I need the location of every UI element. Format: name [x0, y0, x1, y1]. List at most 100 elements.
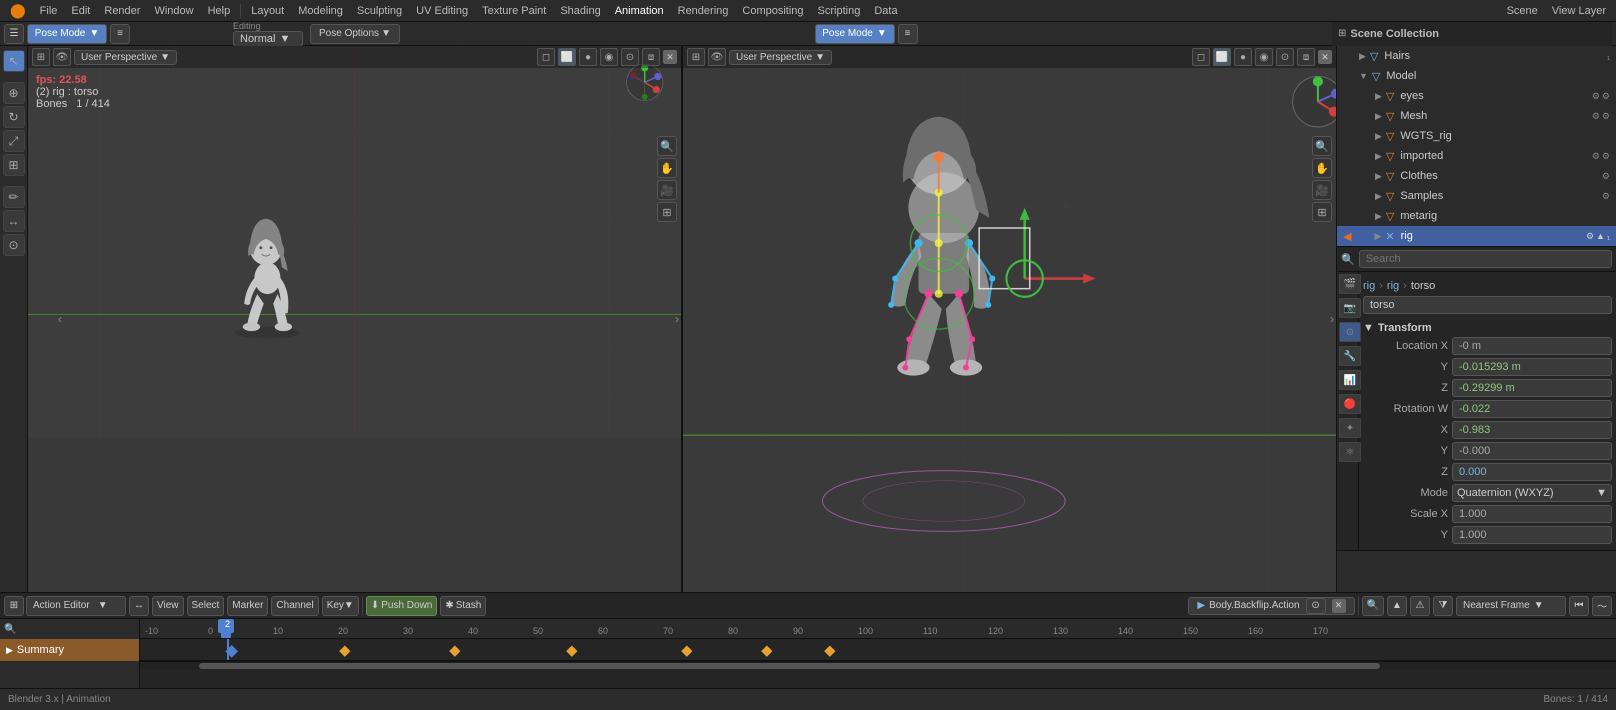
timeline-summary-row[interactable]: ▶ Summary [0, 639, 139, 661]
menu-edit[interactable]: Edit [65, 3, 96, 19]
menu-compositing[interactable]: Compositing [736, 3, 809, 19]
rotation-x-value[interactable]: -0.983 [1452, 421, 1612, 439]
pan-icon[interactable]: ✋ [657, 158, 677, 178]
ae-channel-btn[interactable]: Channel [271, 596, 318, 616]
camera-icon[interactable]: ⊞ [657, 202, 677, 222]
push-down-btn[interactable]: ⬇ Push Down [366, 596, 438, 616]
vp-grid-icon[interactable]: ⊞ [32, 48, 50, 66]
vp-view-icon[interactable]: 👁 [53, 48, 71, 66]
prop-breadcrumb-item1[interactable]: rig [1363, 280, 1375, 292]
action-unlink[interactable]: ✕ [1332, 599, 1346, 613]
right-hamburger[interactable]: ≡ [898, 24, 918, 44]
vp-overlay-btn[interactable]: ⊙ [621, 48, 639, 66]
collection-clothes[interactable]: ▶ ▽ Clothes ⚙ [1337, 166, 1616, 186]
menu-uv[interactable]: UV Editing [410, 3, 474, 19]
right-vp-grid[interactable]: ⊞ [687, 48, 705, 66]
collection-model[interactable]: ▼ ▽ Model [1337, 66, 1616, 86]
collection-rig[interactable]: ◀ ▶ ✕ rig ⚙ ▲ ₁ [1337, 226, 1616, 246]
right-shading-wire[interactable]: ◻ [1192, 48, 1210, 66]
right-camera-icon[interactable]: ⊞ [1312, 202, 1332, 222]
measure-tool[interactable]: ↔ [3, 210, 25, 232]
right-shading-render[interactable]: ◉ [1255, 48, 1273, 66]
ae-playback-icons[interactable]: ⏮ [1569, 596, 1589, 616]
keyframe-50[interactable] [681, 645, 692, 656]
right-vp-view[interactable]: 👁 [708, 48, 726, 66]
menu-modeling[interactable]: Modeling [292, 3, 349, 19]
prop-tab-material[interactable]: 🔴 [1339, 394, 1361, 414]
view-icon-btn[interactable]: ☰ [4, 24, 24, 44]
menu-scene[interactable]: Scene [1501, 3, 1544, 19]
right-pose-mode-btn[interactable]: Pose Mode ▼ [815, 24, 895, 44]
keyframe-57[interactable] [761, 645, 772, 656]
ae-view-btn[interactable]: View [152, 596, 184, 616]
rotation-y-value[interactable]: -0.000 [1452, 442, 1612, 460]
scale-tool[interactable]: ⤢ [3, 130, 25, 152]
scale-x-value[interactable]: 1.000 [1452, 505, 1612, 523]
ae-warn-icon[interactable]: ⚠ [1410, 596, 1430, 616]
move-tool[interactable]: ⊕ [3, 82, 25, 104]
select-tool[interactable]: ↖ [3, 50, 25, 72]
vp-mode-selector[interactable]: User Perspective ▼ [74, 50, 177, 65]
vp-expand-right[interactable]: › [675, 312, 679, 326]
viewport-right[interactable]: ⊞ 👁 User Perspective ▼ ◻ ⬜ ● ◉ ⊙ ⧈ ✕ [683, 46, 1336, 592]
menu-scripting[interactable]: Scripting [812, 3, 867, 19]
location-z-value[interactable]: -0.29299 m [1452, 379, 1612, 397]
normal-dropdown[interactable]: Normal ▼ [233, 31, 303, 47]
collection-metarig[interactable]: ▶ ▽ metarig [1337, 206, 1616, 226]
right-pan-icon[interactable]: ✋ [1312, 158, 1332, 178]
prop-search-input[interactable] [1359, 250, 1612, 268]
collection-imported[interactable]: ▶ ▽ imported ⚙ ⚙ [1337, 146, 1616, 166]
timeline-scroll-thumb[interactable] [199, 663, 1380, 669]
right-overlay[interactable]: ⊙ [1276, 48, 1294, 66]
menu-texture[interactable]: Texture Paint [476, 3, 552, 19]
prop-tab-render[interactable]: 📷 [1339, 298, 1361, 318]
ae-marker-btn[interactable]: Marker [227, 596, 268, 616]
right-xray[interactable]: ⧈ [1297, 48, 1315, 66]
pose-mode-btn[interactable]: Pose Mode ▼ [27, 24, 107, 44]
keyframe-63[interactable] [824, 645, 835, 656]
cursor-tool[interactable]: ⊙ [3, 234, 25, 256]
ae-range-btn[interactable]: ↔ [129, 596, 149, 616]
location-x-value[interactable]: -0 m [1452, 337, 1612, 355]
collection-mesh[interactable]: ▶ ▽ Mesh ⚙ ⚙ [1337, 106, 1616, 126]
prop-breadcrumb-item3[interactable]: torso [1411, 280, 1435, 292]
zoom-icon[interactable]: 🔍 [657, 136, 677, 156]
hamburger-btn[interactable]: ≡ [110, 24, 130, 44]
ae-select-btn[interactable]: Select [187, 596, 225, 616]
viewport-left[interactable]: ⊞ 👁 User Perspective ▼ ◻ ⬜ ● ◉ ⊙ ⧈ ✕ fps… [28, 46, 683, 592]
menu-viewlayer[interactable]: View Layer [1546, 3, 1612, 19]
right-vp-close[interactable]: ✕ [1318, 50, 1332, 64]
collection-eyes[interactable]: ▶ ▽ eyes ⚙ ⚙ [1337, 86, 1616, 106]
vp-shading-wire[interactable]: ◻ [537, 48, 555, 66]
blender-logo[interactable]: ⬤ [4, 0, 32, 21]
right-shading-solid[interactable]: ⬜ [1213, 48, 1231, 66]
orbit-icon[interactable]: 🎥 [657, 180, 677, 200]
menu-window[interactable]: Window [148, 3, 199, 19]
ae-key-btn[interactable]: Key ▼ [322, 596, 359, 616]
prop-breadcrumb-item2[interactable]: rig [1387, 280, 1399, 292]
timeline-scrollbar[interactable] [140, 661, 1616, 669]
vp-expand-left[interactable]: ‹ [58, 312, 62, 326]
keyframe-30[interactable] [449, 645, 460, 656]
nearest-frame-dropdown[interactable]: Nearest Frame ▼ [1456, 596, 1566, 616]
menu-help[interactable]: Help [202, 3, 237, 19]
keyframe-20[interactable] [339, 645, 350, 656]
menu-data[interactable]: Data [868, 3, 903, 19]
rotation-w-value[interactable]: -0.022 [1452, 400, 1612, 418]
bone-name-input[interactable] [1363, 296, 1612, 314]
scale-y-value[interactable]: 1.000 [1452, 526, 1612, 544]
right-orbit-icon[interactable]: 🎥 [1312, 180, 1332, 200]
prop-tab-scene[interactable]: 🎬 [1339, 274, 1361, 294]
collection-samples[interactable]: ▶ ▽ Samples ⚙ [1337, 186, 1616, 206]
menu-file[interactable]: File [34, 3, 64, 19]
menu-sculpting[interactable]: Sculpting [351, 3, 408, 19]
ae-funnel-icon[interactable]: ⧩ [1433, 596, 1453, 616]
location-y-value[interactable]: -0.015293 m [1452, 358, 1612, 376]
right-shading-mat[interactable]: ● [1234, 48, 1252, 66]
prop-tab-physics[interactable]: ⚛ [1339, 442, 1361, 462]
action-browse-btn[interactable]: ⊙ [1306, 598, 1326, 614]
prop-tab-data[interactable]: 📊 [1339, 370, 1361, 390]
menu-shading[interactable]: Shading [554, 3, 606, 19]
vp-shading-render[interactable]: ◉ [600, 48, 618, 66]
vp-close-btn[interactable]: ✕ [663, 50, 677, 64]
